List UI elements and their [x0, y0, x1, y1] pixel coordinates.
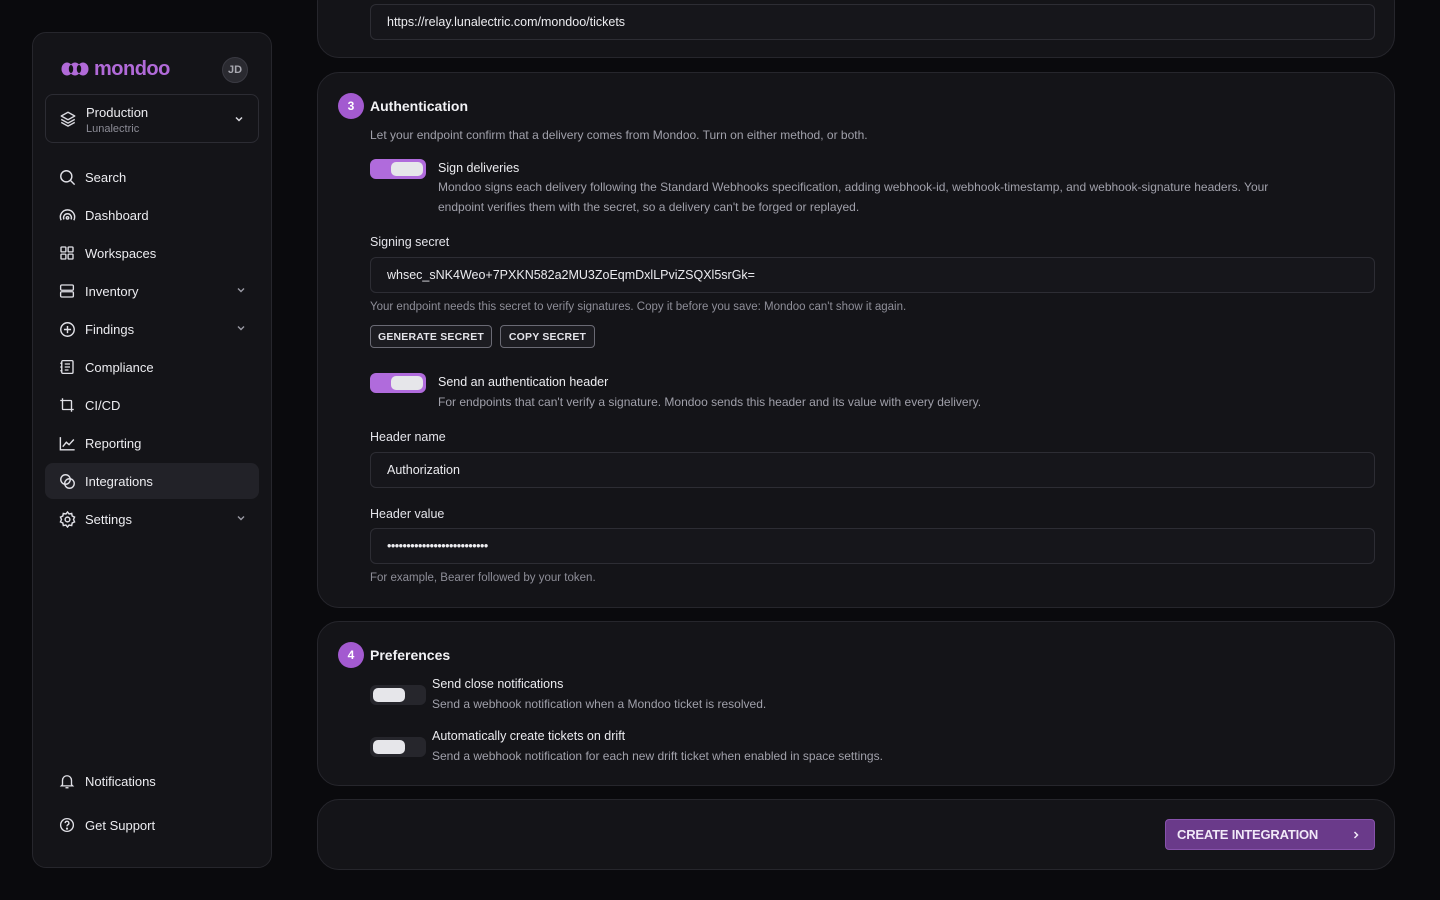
checklist-icon — [57, 357, 77, 377]
sidebar-item-label: Compliance — [85, 359, 154, 375]
sidebar-item-label: CI/CD — [85, 397, 121, 413]
header-value-label: Header value — [370, 507, 445, 521]
section-title: Authentication — [370, 98, 468, 114]
sidebar-item-label: Get Support — [85, 817, 156, 833]
server-icon — [57, 281, 77, 301]
preferences-section: 4 Preferences Send close notifications S… — [317, 621, 1395, 786]
auth-header-description: For endpoints that can't verify a signat… — [438, 395, 982, 409]
sign-deliveries-description-line1: Mondoo signs each delivery following the… — [438, 180, 1269, 194]
sidebar-item-label: Workspaces — [85, 245, 157, 261]
sign-deliveries-description-line2: endpoint verifies them with the secret, … — [438, 200, 860, 214]
brand-name: mondoo — [94, 57, 170, 80]
close-notifications-title: Send close notifications — [432, 677, 564, 691]
sidebar-item-compliance[interactable]: Compliance — [45, 349, 259, 385]
endpoint-url-input[interactable]: https://relay.lunalectric.com/mondoo/tic… — [370, 4, 1375, 40]
close-notifications-toggle[interactable] — [370, 685, 426, 705]
sign-deliveries-toggle[interactable] — [370, 159, 426, 179]
signing-secret-label: Signing secret — [370, 235, 450, 249]
main-nav: Search Dashboard Workspaces Inventory Fi… — [45, 159, 259, 539]
toggle-knob — [391, 162, 423, 176]
space-selector[interactable]: Production Lunalectric — [45, 94, 259, 143]
endpoint-section: https://relay.lunalectric.com/mondoo/tic… — [317, 0, 1395, 58]
toggle-knob — [373, 688, 405, 702]
sidebar-item-label: Notifications — [85, 773, 156, 789]
header-name-label: Header name — [370, 430, 446, 444]
sidebar: mondoo JD Production Lunalectric Search … — [32, 32, 272, 868]
section-title: Preferences — [370, 647, 451, 663]
sidebar-item-workspaces[interactable]: Workspaces — [45, 235, 259, 271]
step-badge: 4 — [338, 642, 364, 668]
sidebar-item-label: Inventory — [85, 283, 139, 299]
plus-circle-icon — [57, 319, 77, 339]
help-circle-icon — [57, 815, 77, 835]
mondoo-logo-icon — [61, 62, 89, 76]
avatar[interactable]: JD — [222, 57, 248, 83]
auth-header-toggle[interactable] — [370, 373, 426, 393]
step-badge: 3 — [338, 93, 364, 119]
chevron-down-icon — [237, 326, 245, 331]
chevron-right-icon — [1353, 831, 1359, 839]
bell-icon — [57, 771, 77, 791]
space-name: Production — [86, 105, 149, 120]
header-value-help: For example, Bearer followed by your tok… — [370, 572, 596, 584]
sidebar-item-label: Dashboard — [85, 207, 149, 223]
auth-header-title: Send an authentication header — [438, 375, 609, 389]
sidebar-item-label: Integrations — [85, 473, 153, 489]
space-org: Lunalectric — [86, 123, 140, 135]
form-footer: CREATE INTEGRATION — [317, 799, 1395, 870]
drift-tickets-title: Automatically create tickets on drift — [432, 729, 626, 743]
chevron-down-icon — [237, 516, 245, 521]
sidebar-item-notifications[interactable]: Notifications — [45, 763, 259, 799]
chevron-down-icon — [237, 288, 245, 293]
section-description: Let your endpoint confirm that a deliver… — [370, 128, 868, 142]
sidebar-item-inventory[interactable]: Inventory — [45, 273, 259, 309]
chevron-down-icon — [235, 116, 243, 122]
signing-secret-input[interactable]: whsec_sNK4Weo+7PXKN582a2MU3ZoEqmDxlLPviZ… — [370, 257, 1375, 293]
sidebar-item-dashboard[interactable]: Dashboard — [45, 197, 259, 233]
signing-secret-help: Your endpoint needs this secret to verif… — [370, 301, 907, 313]
sidebar-item-label: Findings — [85, 321, 135, 337]
chart-line-icon — [57, 433, 77, 453]
sidebar-item-search[interactable]: Search — [45, 159, 259, 195]
sidebar-item-cicd[interactable]: CI/CD — [45, 387, 259, 423]
copy-secret-button[interactable]: COPY SECRET — [500, 325, 595, 348]
gauge-icon — [57, 205, 77, 225]
toggle-knob — [391, 376, 423, 390]
drift-tickets-description: Send a webhook notification for each new… — [432, 749, 883, 763]
toggle-knob — [373, 740, 405, 754]
mondoo-logo[interactable]: mondoo — [60, 57, 170, 80]
cicd-icon — [57, 395, 77, 415]
sign-deliveries-title: Sign deliveries — [438, 161, 520, 175]
bottom-nav: Notifications Get Support — [45, 763, 259, 851]
gear-icon — [57, 509, 77, 529]
sidebar-item-settings[interactable]: Settings — [45, 501, 259, 537]
sidebar-item-get-support[interactable]: Get Support — [45, 807, 259, 843]
search-icon — [57, 167, 77, 187]
create-integration-button[interactable]: CREATE INTEGRATION — [1165, 819, 1375, 850]
integrations-icon — [57, 471, 77, 491]
drift-tickets-toggle[interactable] — [370, 737, 426, 757]
sidebar-item-reporting[interactable]: Reporting — [45, 425, 259, 461]
sidebar-item-findings[interactable]: Findings — [45, 311, 259, 347]
sidebar-item-label: Settings — [85, 511, 132, 527]
header-name-input[interactable]: Authorization — [370, 452, 1375, 488]
layers-icon — [60, 111, 76, 127]
sidebar-item-label: Reporting — [85, 435, 142, 451]
grid-icon — [57, 243, 77, 263]
sidebar-item-label: Search — [85, 169, 127, 185]
sidebar-item-integrations[interactable]: Integrations — [45, 463, 259, 499]
create-integration-label: CREATE INTEGRATION — [1177, 827, 1319, 842]
authentication-section: 3 Authentication Let your endpoint confi… — [317, 72, 1395, 608]
header-value-input[interactable]: •••••••••••••••••••••••••• — [370, 528, 1375, 564]
generate-secret-button[interactable]: GENERATE SECRET — [370, 325, 492, 348]
close-notifications-description: Send a webhook notification when a Mondo… — [432, 697, 767, 711]
